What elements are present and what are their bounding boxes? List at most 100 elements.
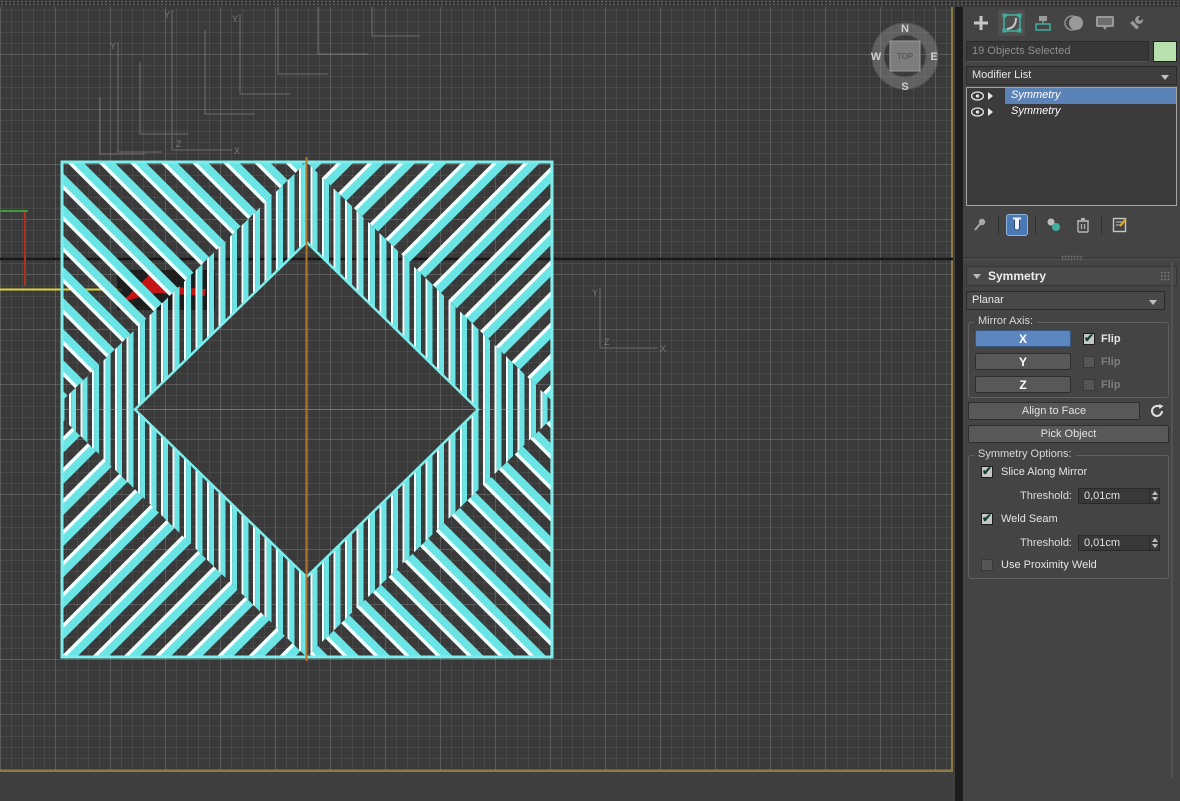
svg-text:Z: Z: [176, 139, 182, 149]
flip-z-checkbox[interactable]: [1083, 378, 1095, 391]
mirror-type-value: Planar: [972, 294, 1004, 306]
check-icon: ✔: [1084, 330, 1095, 345]
axis-z-button[interactable]: Z: [975, 376, 1071, 393]
tab-modify[interactable]: [998, 10, 1025, 36]
test-tube-icon: [1013, 217, 1021, 231]
use-proximity-weld-checkbox[interactable]: [981, 559, 993, 571]
weld-seam-checkbox[interactable]: ✔: [981, 511, 993, 525]
object-color-swatch[interactable]: [1153, 41, 1177, 62]
modifier-list-dropdown[interactable]: Modifier List: [966, 66, 1177, 85]
threshold-label: Threshold:: [1020, 537, 1072, 549]
tab-motion[interactable]: [1060, 10, 1087, 36]
show-end-result-button[interactable]: [1006, 214, 1028, 236]
viewcube-face-label: TOP: [897, 52, 914, 61]
reset-alignment-button[interactable]: [1145, 402, 1169, 420]
modifier-stack-row-symmetry-1[interactable]: Symmetry: [967, 88, 1176, 104]
viewport-canvas: Y Z X Y Z X Y Y TOP N W S E: [0, 5, 953, 661]
slice-along-mirror-label: Slice Along Mirror: [1001, 466, 1088, 478]
flip-x-checkbox[interactable]: ✔: [1083, 330, 1095, 345]
motion-circles-icon: [1063, 15, 1083, 31]
check-icon: ✔: [982, 464, 993, 478]
mirror-axis-label: Mirror Axis:: [974, 315, 1037, 327]
threshold-spinner-2[interactable]: 0,01cm: [1078, 535, 1160, 551]
threshold-label: Threshold:: [1020, 490, 1072, 502]
status-strip: [0, 774, 955, 801]
mirror-type-dropdown[interactable]: Planar: [966, 291, 1165, 310]
spinner-arrows[interactable]: [1149, 489, 1159, 503]
pin-stack-icon: [974, 218, 986, 231]
modifier-stack: Symmetry Symmetry: [966, 87, 1177, 206]
mirror-axis-group: Mirror Axis: X ✔ Flip Y Flip Z Flip: [968, 315, 1169, 398]
tab-hierarchy[interactable]: [1029, 10, 1056, 36]
modifier-stack-row-symmetry-2[interactable]: Symmetry: [967, 104, 1176, 120]
modifier-list-label: Modifier List: [972, 69, 1032, 81]
chevron-down-icon: [1149, 300, 1157, 305]
modifier-name[interactable]: Symmetry: [1005, 104, 1176, 120]
svg-text:Y: Y: [592, 288, 598, 298]
expand-arrow-icon[interactable]: [988, 108, 993, 116]
viewcube-south: S: [901, 81, 908, 93]
modifier-name[interactable]: Symmetry: [1005, 88, 1176, 104]
svg-text:Y: Y: [164, 10, 170, 20]
flip-x-label: Flip: [1101, 332, 1121, 345]
chevron-down-icon: [1161, 75, 1169, 80]
svg-text:Z: Z: [604, 337, 610, 347]
pick-object-button[interactable]: Pick Object: [968, 425, 1169, 443]
threshold-value[interactable]: 0,01cm: [1079, 536, 1149, 550]
viewcube-north: N: [901, 23, 909, 35]
viewcube-east: E: [930, 51, 937, 63]
tab-create[interactable]: [967, 10, 994, 36]
symmetry-options-label: Symmetry Options:: [974, 448, 1076, 460]
wrench-icon: [1129, 15, 1143, 30]
collapse-arrow-icon: [973, 273, 981, 279]
configure-modifier-sets-button[interactable]: [1109, 214, 1131, 236]
flip-y-checkbox[interactable]: [1083, 355, 1095, 368]
viewcube-west: W: [871, 51, 882, 63]
check-icon: ✔: [982, 511, 993, 525]
weld-seam-label: Weld Seam: [1001, 513, 1058, 525]
svg-text:Y: Y: [232, 14, 238, 24]
make-unique-icon: [1047, 218, 1060, 231]
eye-icon[interactable]: [971, 91, 984, 101]
configure-modifier-sets-icon: [1112, 217, 1127, 233]
spin-down-icon: [1151, 544, 1158, 548]
expand-arrow-icon[interactable]: [988, 92, 993, 100]
spin-down-icon: [1151, 497, 1158, 501]
spin-up-icon: [1151, 491, 1158, 495]
trash-icon: [1077, 218, 1089, 233]
viewport-top-view[interactable]: Y Z X Y Z X Y Y TOP N W S E: [0, 3, 953, 772]
symmetry-rollout-header[interactable]: Symmetry: [966, 266, 1177, 286]
flip-z-label: Flip: [1101, 378, 1121, 391]
symmetry-options-group: Symmetry Options: ✔ Slice Along Mirror T…: [968, 448, 1169, 579]
threshold-spinner-1[interactable]: 0,01cm: [1078, 488, 1160, 504]
command-panel: 19 Objects Selected Modifier List Symmet…: [963, 0, 1180, 801]
eye-icon[interactable]: [971, 107, 984, 117]
panel-scrollbar[interactable]: [1171, 262, 1173, 778]
stack-toolbar: [969, 212, 1177, 238]
selection-status-field[interactable]: 19 Objects Selected: [966, 41, 1149, 62]
use-proximity-weld-label: Use Proximity Weld: [1001, 559, 1097, 571]
tab-utilities[interactable]: [1122, 10, 1149, 36]
remove-modifier-button[interactable]: [1072, 214, 1094, 236]
svg-text:X: X: [234, 146, 240, 156]
panel-divider: [955, 0, 963, 801]
drag-grip-icon[interactable]: [1160, 271, 1170, 281]
slice-along-mirror-checkbox[interactable]: ✔: [981, 464, 993, 478]
window-grip-strip: [0, 0, 1180, 7]
spinner-arrows[interactable]: [1149, 536, 1159, 550]
rollout-title: Symmetry: [988, 269, 1047, 283]
svg-text:Y: Y: [110, 41, 116, 51]
spin-up-icon: [1151, 538, 1158, 542]
axis-x-button[interactable]: X: [975, 330, 1071, 347]
viewcube[interactable]: TOP N W S E: [871, 22, 939, 93]
modify-bezier-icon: [1002, 13, 1021, 33]
command-panel-tabs: [967, 10, 1149, 38]
hierarchy-icon: [1034, 16, 1051, 31]
rollout-splitter[interactable]: [963, 255, 1180, 261]
pin-stack-button[interactable]: [969, 214, 991, 236]
threshold-value[interactable]: 0,01cm: [1079, 489, 1149, 503]
tab-display[interactable]: [1091, 10, 1118, 36]
axis-y-button[interactable]: Y: [975, 353, 1071, 370]
make-unique-button[interactable]: [1043, 214, 1065, 236]
align-to-face-button[interactable]: Align to Face: [968, 402, 1140, 420]
